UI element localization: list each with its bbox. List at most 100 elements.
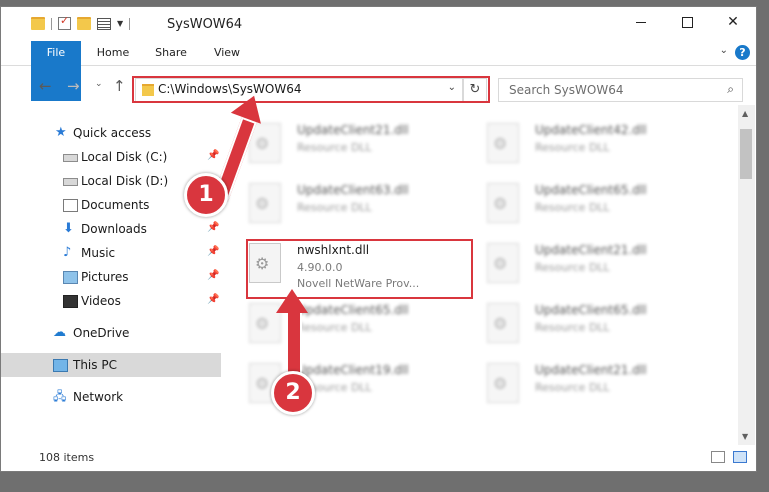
address-path[interactable]: C:\Windows\SysWOW64: [158, 82, 302, 96]
step-badge-2: 2: [271, 371, 315, 415]
file-name: UpdateClient42.dll: [535, 123, 647, 137]
sidebar-item-onedrive[interactable]: ☁ OneDrive: [1, 321, 221, 345]
sidebar-item-label: OneDrive: [73, 326, 130, 340]
pin-icon[interactable]: 📌: [207, 294, 219, 305]
cloud-icon: ☁: [53, 325, 66, 340]
refresh-icon: ↻: [469, 82, 481, 97]
file-item[interactable]: UpdateClient65.dll Resource DLL: [467, 167, 697, 227]
sidebar-item-music[interactable]: ♪ Music 📌: [1, 241, 221, 265]
close-button[interactable]: ✕: [710, 7, 756, 37]
maximize-button[interactable]: [664, 7, 710, 37]
refresh-button[interactable]: ↻: [463, 78, 487, 102]
sidebar-item-label: Documents: [81, 198, 150, 212]
file-item-nwshlxnt[interactable]: nwshlxnt.dll 4.90.0.0 Novell NetWare Pro…: [229, 227, 459, 290]
pin-icon[interactable]: 📌: [207, 222, 219, 233]
tab-share[interactable]: Share: [147, 41, 195, 65]
ribbon-expand-icon[interactable]: ⌄: [720, 45, 728, 56]
sidebar-item-downloads[interactable]: ⬇ Downloads 📌: [1, 217, 221, 241]
file-item[interactable]: UpdateClient42.dll Resource DLL: [467, 107, 697, 167]
file-type: Resource DLL: [297, 141, 372, 154]
customize-toolbar-icon[interactable]: [97, 17, 111, 30]
tiles-view-icon[interactable]: [733, 451, 747, 463]
file-item[interactable]: UpdateClient21.dll Resource DLL: [467, 227, 697, 287]
file-name: UpdateClient21.dll: [297, 123, 409, 137]
vertical-scrollbar[interactable]: ▲ ▼: [738, 105, 755, 445]
sidebar-item-this-pc[interactable]: This PC: [1, 353, 221, 377]
file-type: Resource DLL: [535, 141, 610, 154]
title-bar: ▼ SysWOW64 ✕: [1, 7, 756, 41]
explorer-window: ▼ SysWOW64 ✕ File Home Share View ⌄ ? ← …: [0, 6, 757, 472]
sidebar-item-videos[interactable]: Videos 📌: [1, 289, 221, 313]
toolbar-separator: [129, 17, 131, 30]
sidebar-item-label: Downloads: [81, 222, 147, 236]
sidebar-item-label: Local Disk (D:): [81, 174, 169, 188]
address-bar[interactable]: C:\Windows\SysWOW64 ⌄: [135, 78, 463, 102]
back-arrow-icon[interactable]: ←: [39, 77, 52, 95]
search-icon[interactable]: ⌕: [727, 82, 734, 97]
file-name: UpdateClient65.dll: [535, 303, 647, 317]
tab-home[interactable]: Home: [89, 41, 137, 65]
item-count: 108 items: [39, 451, 95, 464]
file-item[interactable]: UpdateClient65.dll Resource DLL: [229, 287, 459, 347]
chevron-down-icon[interactable]: ⌄: [448, 82, 456, 93]
scrollbar-thumb[interactable]: [740, 129, 752, 179]
search-input[interactable]: [507, 82, 711, 98]
pin-icon[interactable]: 📌: [207, 270, 219, 281]
file-name: UpdateClient21.dll: [535, 363, 647, 377]
maximize-icon: [681, 16, 693, 28]
file-name: UpdateClient65.dll: [297, 303, 409, 317]
network-icon: 🖧: [53, 389, 67, 403]
minimize-icon: [636, 21, 646, 23]
sidebar-item-label: Music: [81, 246, 116, 260]
file-name: UpdateClient21.dll: [535, 243, 647, 257]
dll-file-icon: [487, 123, 519, 163]
sidebar-item-pictures[interactable]: Pictures 📌: [1, 265, 221, 289]
scroll-up-icon[interactable]: ▲: [742, 109, 748, 118]
quick-access-toolbar: ▼: [31, 14, 131, 30]
status-bar: 108 items: [1, 445, 756, 471]
documents-icon: [63, 199, 78, 212]
file-item[interactable]: UpdateClient19.dll Resource DLL: [229, 347, 459, 407]
new-folder-icon[interactable]: [77, 17, 91, 30]
download-icon: ⬇: [63, 221, 74, 236]
recent-locations-icon[interactable]: ⌄: [95, 79, 103, 89]
navigation-bar: ← → ⌄ ↑ C:\Windows\SysWOW64 ⌄ ↻ ⌕: [1, 65, 756, 105]
file-type: Resource DLL: [535, 381, 610, 394]
file-name: nwshlxnt.dll: [297, 243, 370, 257]
pictures-icon: [63, 271, 78, 284]
sidebar-item-network[interactable]: 🖧 Network: [1, 385, 221, 409]
scroll-down-icon[interactable]: ▼: [742, 432, 748, 441]
pin-icon[interactable]: 📌: [207, 246, 219, 257]
file-type: Resource DLL: [535, 321, 610, 334]
search-box[interactable]: ⌕: [498, 78, 743, 102]
minimize-button[interactable]: [618, 7, 664, 37]
step-badge-1: 1: [184, 173, 228, 217]
folder-icon: [31, 17, 45, 30]
sidebar-item-label: Videos: [81, 294, 121, 308]
dll-file-icon: [487, 183, 519, 223]
sidebar-item-local-disk-c[interactable]: Local Disk (C:) 📌: [1, 145, 221, 169]
dll-file-icon: [487, 243, 519, 283]
tab-view[interactable]: View: [205, 41, 249, 65]
details-view-icon[interactable]: [711, 451, 725, 463]
file-type: Resource DLL: [297, 321, 372, 334]
file-item[interactable]: UpdateClient63.dll Resource DLL: [229, 167, 459, 227]
navigation-pane: ★ Quick access Local Disk (C:) 📌 Local D…: [1, 113, 221, 443]
dll-file-icon: [487, 363, 519, 403]
pin-icon[interactable]: 📌: [207, 150, 219, 161]
chevron-down-icon[interactable]: ▼: [117, 19, 123, 28]
file-item[interactable]: UpdateClient21.dll Resource DLL: [467, 347, 697, 407]
sidebar-item-label: Local Disk (C:): [81, 150, 168, 164]
annotation-arrowhead-2: [276, 289, 308, 313]
file-item[interactable]: UpdateClient65.dll Resource DLL: [467, 287, 697, 347]
sidebar-item-label: Quick access: [73, 126, 152, 140]
dll-file-icon: [487, 303, 519, 343]
forward-arrow-icon[interactable]: →: [67, 77, 80, 95]
file-version: 4.90.0.0: [297, 261, 343, 274]
help-button[interactable]: ?: [735, 45, 750, 60]
properties-check-icon[interactable]: [58, 14, 71, 30]
dll-file-icon: [249, 243, 281, 283]
up-arrow-icon[interactable]: ↑: [113, 77, 126, 95]
sidebar-item-label: Network: [73, 390, 124, 404]
sidebar-item-quick-access[interactable]: ★ Quick access: [1, 121, 221, 145]
